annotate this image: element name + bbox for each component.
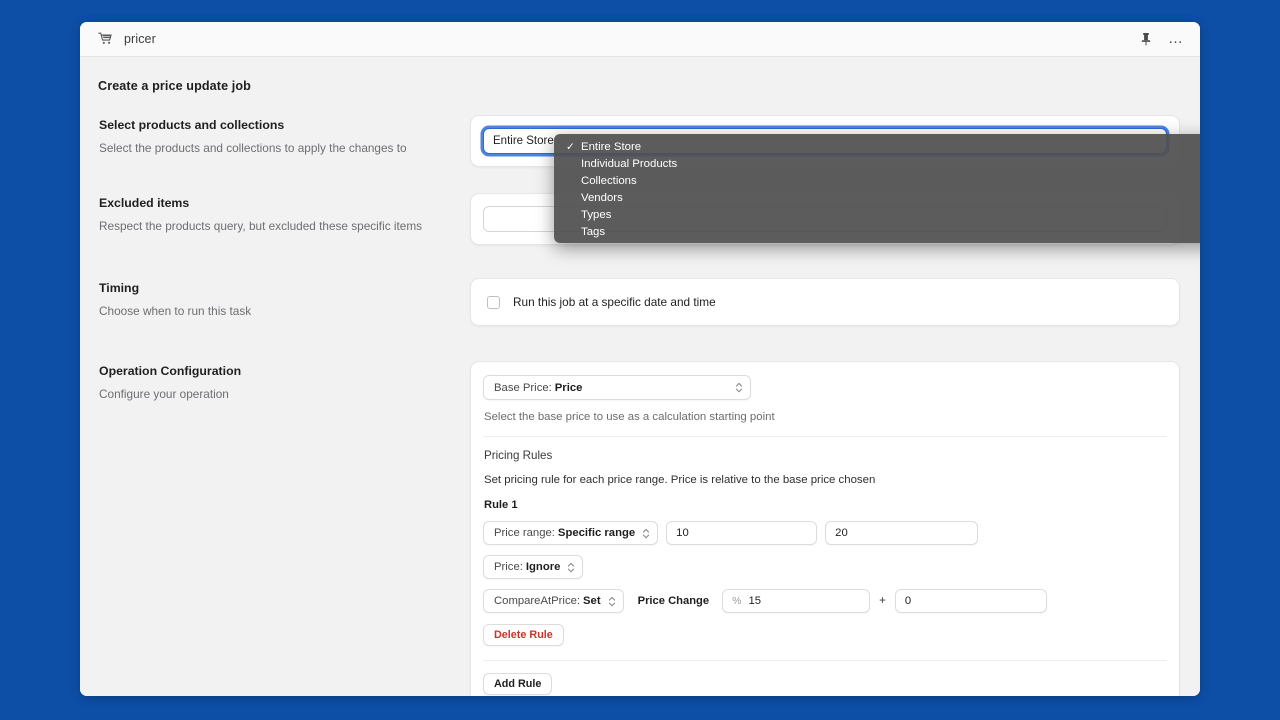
price-range-from-input[interactable]: 10 [666, 521, 818, 545]
price-change-label: Price Change [637, 595, 710, 607]
check-icon: ✓ [566, 141, 575, 153]
section-operation-configuration: Operation Configuration Configure your o… [98, 361, 1180, 696]
add-rule-row: Add Rule [471, 661, 1179, 695]
chevron-updown-icon [642, 527, 650, 540]
dropdown-option-label: Entire Store [581, 141, 642, 153]
dropdown-option-label: Tags [581, 226, 606, 238]
rule-compare-at-price-line: CompareAtPrice: Set Price Change % 15 + … [483, 589, 1167, 613]
price-range-from-value: 10 [676, 527, 689, 539]
delete-rule-row: Delete Rule [483, 624, 1167, 646]
dropdown-option-types[interactable]: Types [554, 207, 1200, 224]
title-bar: pricer … [80, 22, 1200, 57]
price-change-offset-input[interactable]: 0 [894, 589, 1047, 613]
section-timing: Timing Choose when to run this task Run … [98, 278, 1180, 326]
plus-symbol: + [879, 595, 886, 607]
price-range-to-input[interactable]: 20 [825, 521, 979, 545]
chevron-updown-icon [735, 381, 743, 394]
dropdown-option-label: Vendors [581, 192, 623, 204]
section-heading: Operation Configuration [99, 364, 242, 378]
app-title: pricer [124, 32, 156, 46]
price-change-percent-value: 15 [748, 595, 762, 607]
section-label-group: Select products and collections Select t… [98, 115, 470, 156]
dropdown-option-collections[interactable]: Collections [554, 173, 1200, 190]
dropdown-option-label: Collections [581, 175, 637, 187]
apply-row: Apply Price Change [471, 695, 1179, 696]
delete-rule-button[interactable]: Delete Rule [483, 624, 564, 646]
timing-panel: Run this job at a specific date and time [470, 278, 1180, 326]
compare-at-price-value: Set [583, 595, 601, 607]
compare-at-price-select[interactable]: CompareAtPrice: Set [483, 589, 624, 613]
base-price-select[interactable]: Base Price: Price [483, 375, 751, 400]
rule-label: Rule 1 [484, 499, 518, 511]
rule-price-line: Price: Ignore [483, 555, 1167, 579]
dropdown-option-label: Types [581, 209, 612, 221]
section-subtitle: Choose when to run this task [99, 304, 252, 318]
base-price-row: Base Price: Price Select the base price … [471, 362, 1179, 437]
section-subtitle: Respect the products query, but excluded… [99, 219, 423, 233]
section-heading: Select products and collections [99, 118, 285, 132]
chevron-updown-icon [567, 561, 575, 574]
section-content: Run this job at a specific date and time [470, 278, 1180, 326]
dropdown-option-individual-products[interactable]: Individual Products [554, 156, 1200, 173]
pin-icon[interactable] [1138, 31, 1154, 47]
price-action-prefix: Price: [494, 561, 523, 573]
section-subtitle: Configure your operation [99, 387, 229, 401]
section-heading: Excluded items [99, 196, 190, 210]
shopping-cart-icon [97, 32, 114, 47]
products-select-value: Entire Store [493, 135, 554, 147]
base-price-help: Select the base price to use as a calcul… [484, 411, 775, 423]
pricing-rules-title: Pricing Rules [484, 449, 553, 462]
add-rule-button[interactable]: Add Rule [483, 673, 553, 695]
run-at-specific-time-checkbox[interactable] [487, 295, 500, 309]
dropdown-option-vendors[interactable]: Vendors [554, 190, 1200, 207]
price-action-select[interactable]: Price: Ignore [483, 555, 584, 579]
price-range-prefix: Price range: [494, 527, 555, 539]
price-range-value: Specific range [557, 527, 636, 539]
rule-price-range-line: Price range: Specific range 10 20 [483, 521, 1167, 545]
base-price-value: Price [554, 381, 583, 394]
price-change-percent-input[interactable]: % 15 [722, 589, 871, 613]
percent-symbol: % [732, 595, 742, 607]
page-title: Create a price update job [98, 79, 251, 93]
section-label-group: Excluded items Respect the products quer… [98, 193, 470, 234]
products-select-dropdown[interactable]: ✓ Entire Store Individual Products Colle… [554, 134, 1200, 243]
operation-configuration-panel: Base Price: Price Select the base price … [470, 361, 1180, 696]
pricing-rules-row: Pricing Rules Set pricing rule for each … [471, 437, 1179, 661]
app-window: pricer … Create a price update job Selec… [80, 22, 1200, 696]
price-range-select[interactable]: Price range: Specific range [483, 521, 659, 545]
pricing-rules-description: Set pricing rule for each price range. P… [484, 474, 876, 486]
section-subtitle: Select the products and collections to a… [99, 141, 407, 155]
section-heading: Timing [99, 281, 140, 295]
section-label-group: Timing Choose when to run this task [98, 278, 470, 319]
price-range-to-value: 20 [835, 527, 848, 539]
more-horizontal-icon[interactable]: … [1168, 31, 1184, 47]
dropdown-option-label: Individual Products [581, 158, 678, 170]
base-price-prefix: Base Price: [494, 381, 552, 394]
run-at-specific-time-label: Run this job at a specific date and time [513, 295, 716, 309]
title-bar-actions: … [1138, 31, 1184, 47]
dropdown-option-entire-store[interactable]: ✓ Entire Store [554, 139, 1200, 156]
chevron-updown-icon [608, 595, 616, 608]
price-action-value: Ignore [525, 561, 561, 573]
price-change-offset-value: 0 [904, 595, 912, 607]
section-content: Base Price: Price Select the base price … [470, 361, 1180, 696]
dropdown-option-tags[interactable]: Tags [554, 224, 1200, 241]
section-label-group: Operation Configuration Configure your o… [98, 361, 470, 402]
compare-at-price-prefix: CompareAtPrice: [494, 595, 581, 607]
